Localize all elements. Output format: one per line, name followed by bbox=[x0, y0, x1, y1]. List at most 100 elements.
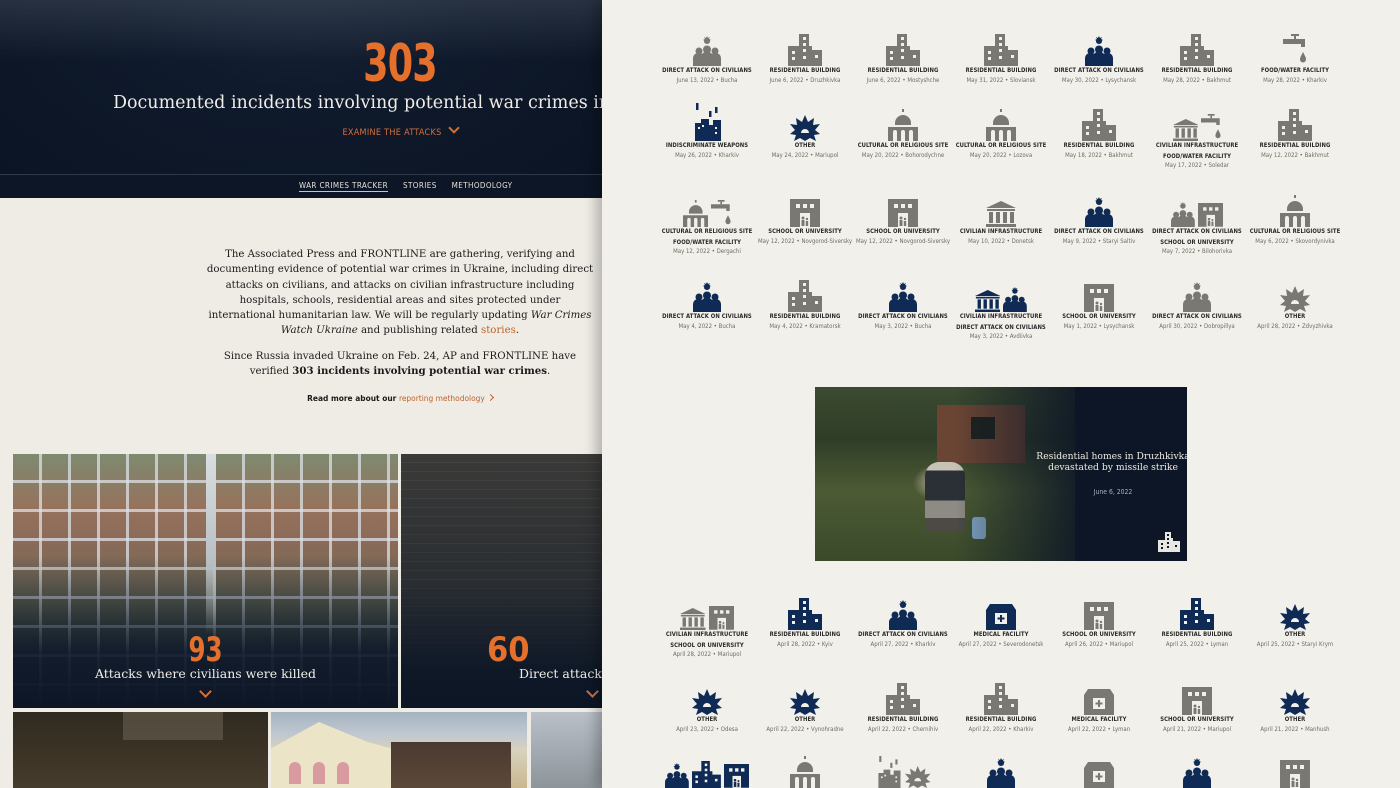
incident-count: 303 bbox=[363, 34, 438, 94]
incident-type: RESIDENTIAL BUILDING bbox=[1259, 143, 1331, 149]
incident-item[interactable]: RESIDENTIAL BUILDING April 25, 2022 • Lym… bbox=[1148, 594, 1246, 648]
category-card-photo[interactable] bbox=[531, 712, 602, 788]
incident-item[interactable]: OTHER May 24, 2022 • Mariupol bbox=[756, 105, 854, 159]
incident-type: CULTURAL OR RELIGIOUS SITE bbox=[857, 143, 949, 149]
residential-building-icon bbox=[788, 34, 822, 66]
featured-story-card[interactable]: Residential homes in Druzhkivka devastat… bbox=[815, 387, 1187, 561]
incident-item[interactable]: SCHOOL OR UNIVERSITY May 12, 2022 • Novgo… bbox=[756, 191, 854, 245]
incident-item[interactable] bbox=[1246, 752, 1344, 788]
incident-item[interactable] bbox=[1148, 752, 1246, 788]
incident-date-place: April 27, 2022 • Kharkiv bbox=[870, 640, 936, 648]
incident-item[interactable]: RESIDENTIAL BUILDING May 28, 2022 • Bakhm… bbox=[1148, 30, 1246, 84]
incident-item[interactable]: CIVILIAN INFRASTRUCTURE SCHOOL OR UNIVERS… bbox=[658, 594, 756, 659]
incident-icons bbox=[658, 103, 756, 141]
stories-link[interactable]: stories bbox=[481, 325, 516, 336]
incident-item[interactable]: OTHER April 23, 2022 • Odesa bbox=[658, 679, 756, 733]
incident-type: FOOD/WATER FACILITY bbox=[1260, 68, 1329, 74]
category-card-photo[interactable] bbox=[13, 712, 268, 788]
incident-type: CIVILIAN INFRASTRUCTURE bbox=[1155, 143, 1239, 149]
direct-attack-civilians-icon bbox=[889, 600, 917, 630]
incident-item[interactable]: MEDICAL FACILITY April 27, 2022 • Severod… bbox=[952, 594, 1050, 648]
incident-item[interactable]: RESIDENTIAL BUILDING June 6, 2022 • Mosty… bbox=[854, 30, 952, 84]
incident-item[interactable]: SCHOOL OR UNIVERSITY April 21, 2022 • Mar… bbox=[1148, 679, 1246, 733]
incident-item[interactable]: DIRECT ATTACK ON CIVILIANS April 30, 2022… bbox=[1148, 276, 1246, 330]
category-card-direct-attacks[interactable]: 60 Direct attacks on civilians bbox=[401, 454, 602, 708]
incident-item[interactable]: MEDICAL FACILITY April 22, 2022 • Lyman bbox=[1050, 679, 1148, 733]
incident-icons bbox=[952, 276, 1050, 312]
incident-item[interactable]: DIRECT ATTACK ON CIVILIANS June 13, 2022 … bbox=[658, 30, 756, 84]
incident-item[interactable]: RESIDENTIAL BUILDING April 22, 2022 • Kha… bbox=[952, 679, 1050, 733]
incident-icons bbox=[756, 276, 854, 312]
incident-date-place: May 17, 2022 • Soledar bbox=[1164, 162, 1230, 169]
incident-date-place: April 26, 2022 • Mariupol bbox=[1064, 640, 1134, 648]
incident-icons bbox=[1246, 105, 1344, 141]
incident-item[interactable]: CULTURAL OR RELIGIOUS SITE May 20, 2022 •… bbox=[952, 105, 1050, 159]
incident-item[interactable]: RESIDENTIAL BUILDING May 31, 2022 • Slovi… bbox=[952, 30, 1050, 84]
incident-item[interactable]: INDISCRIMINATE WEAPONS May 26, 2022 • Kha… bbox=[658, 103, 756, 159]
incident-date-place: June 6, 2022 • Mostyshche bbox=[866, 76, 940, 84]
category-card-photo[interactable] bbox=[271, 712, 527, 788]
incident-type: RESIDENTIAL BUILDING bbox=[1063, 143, 1135, 149]
incident-item[interactable]: OTHER April 21, 2022 • Manhush bbox=[1246, 679, 1344, 733]
incident-item[interactable]: OTHER April 25, 2022 • Staryi Krym bbox=[1246, 594, 1344, 648]
incident-date-place: April 22, 2022 • Vynohradne bbox=[766, 725, 844, 733]
incident-date-place: May 10, 2022 • Donetsk bbox=[968, 237, 1034, 245]
school-icon bbox=[1182, 687, 1212, 715]
methodology-link[interactable]: reporting methodology bbox=[399, 393, 485, 403]
window bbox=[337, 762, 349, 784]
incident-date-place: May 28, 2022 • Bakhmut bbox=[1163, 76, 1231, 84]
incident-item[interactable]: RESIDENTIAL BUILDING April 28, 2022 • Kyi… bbox=[756, 594, 854, 648]
incident-item[interactable] bbox=[952, 752, 1050, 788]
incident-item[interactable]: RESIDENTIAL BUILDING June 6, 2022 • Druzh… bbox=[756, 30, 854, 84]
incident-type: CIVILIAN INFRASTRUCTURE bbox=[959, 229, 1043, 235]
residential-building-icon bbox=[788, 598, 822, 630]
residential-building-icon bbox=[886, 34, 920, 66]
incident-type: DIRECT ATTACK ON CIVILIANS bbox=[662, 314, 752, 320]
incident-item[interactable]: CULTURAL OR RELIGIOUS SITE FOOD/WATER FAC… bbox=[658, 191, 756, 256]
incident-type: OTHER bbox=[1284, 632, 1306, 638]
nav-war-crimes-tracker[interactable]: WAR CRIMES TRACKER bbox=[299, 181, 388, 192]
photo-divider bbox=[206, 454, 216, 634]
incident-item[interactable]: CIVILIAN INFRASTRUCTURE May 10, 2022 • Do… bbox=[952, 191, 1050, 245]
incident-date-place: May 3, 2022 • Avdiivka bbox=[969, 333, 1033, 340]
incident-item[interactable]: RESIDENTIAL BUILDING May 4, 2022 • Kramat… bbox=[756, 276, 854, 330]
category-card-civilians-killed[interactable]: 93 Attacks where civilians were killed bbox=[13, 454, 398, 708]
incident-item[interactable] bbox=[756, 752, 854, 788]
incident-item[interactable]: DIRECT ATTACK ON CIVILIANS April 27, 2022… bbox=[854, 594, 952, 648]
incident-item[interactable]: SCHOOL OR UNIVERSITY May 1, 2022 • Lysych… bbox=[1050, 276, 1148, 330]
examine-attacks-link[interactable]: EXAMINE THE ATTACKS bbox=[0, 122, 602, 138]
incident-item[interactable]: SCHOOL OR UNIVERSITY April 26, 2022 • Mar… bbox=[1050, 594, 1148, 648]
incident-item[interactable]: RESIDENTIAL BUILDING May 12, 2022 • Bakhm… bbox=[1246, 105, 1344, 159]
incident-item[interactable]: DIRECT ATTACK ON CIVILIANS May 30, 2022 •… bbox=[1050, 30, 1148, 84]
incident-item[interactable] bbox=[854, 752, 952, 788]
nav-stories[interactable]: STORIES bbox=[403, 181, 437, 192]
hero-banner: 303 Documented incidents involving poten… bbox=[0, 0, 602, 174]
incident-item[interactable] bbox=[658, 752, 756, 788]
incident-type: SCHOOL OR UNIVERSITY bbox=[768, 229, 842, 235]
incident-item[interactable]: RESIDENTIAL BUILDING April 22, 2022 • Che… bbox=[854, 679, 952, 733]
incident-item[interactable]: CULTURAL OR RELIGIOUS SITE May 20, 2022 •… bbox=[854, 105, 952, 159]
incident-item[interactable]: FOOD/WATER FACILITY May 28, 2022 • Kharki… bbox=[1246, 30, 1344, 84]
incident-item[interactable]: RESIDENTIAL BUILDING May 18, 2022 • Bakhm… bbox=[1050, 105, 1148, 159]
incident-item[interactable]: CIVILIAN INFRASTRUCTURE DIRECT ATTACK ON … bbox=[952, 276, 1050, 341]
incident-item[interactable] bbox=[1050, 752, 1148, 788]
incident-item[interactable]: DIRECT ATTACK ON CIVILIANS May 3, 2022 • … bbox=[854, 276, 952, 330]
incident-item[interactable]: OTHER April 28, 2022 • Zdvyzhivka bbox=[1246, 276, 1344, 330]
incident-item[interactable]: DIRECT ATTACK ON CIVILIANS May 9, 2022 • … bbox=[1050, 191, 1148, 245]
incident-icons bbox=[854, 679, 952, 715]
incident-item[interactable]: SCHOOL OR UNIVERSITY May 12, 2022 • Novgo… bbox=[854, 191, 952, 245]
incident-item[interactable]: CIVILIAN INFRASTRUCTURE FOOD/WATER FACILI… bbox=[1148, 105, 1246, 170]
incident-item[interactable]: CULTURAL OR RELIGIOUS SITE May 6, 2022 • … bbox=[1246, 191, 1344, 245]
incident-type: INDISCRIMINATE WEAPONS bbox=[665, 143, 749, 149]
incident-item[interactable]: DIRECT ATTACK ON CIVILIANS May 4, 2022 • … bbox=[658, 276, 756, 330]
incident-icons bbox=[1050, 752, 1148, 788]
incident-icons bbox=[658, 679, 756, 715]
nav-methodology[interactable]: METHODOLOGY bbox=[452, 181, 513, 192]
incident-type: SCHOOL OR UNIVERSITY bbox=[866, 229, 940, 235]
incident-date-place: May 4, 2022 • Kramatorsk bbox=[769, 322, 841, 330]
incident-item[interactable]: OTHER April 22, 2022 • Vynohradne bbox=[756, 679, 854, 733]
photo-gradient bbox=[955, 387, 1095, 561]
incident-item[interactable]: DIRECT ATTACK ON CIVILIANS SCHOOL OR UNIV… bbox=[1148, 191, 1246, 256]
incident-type: OTHER bbox=[696, 717, 718, 723]
medical-facility-icon bbox=[986, 604, 1016, 630]
